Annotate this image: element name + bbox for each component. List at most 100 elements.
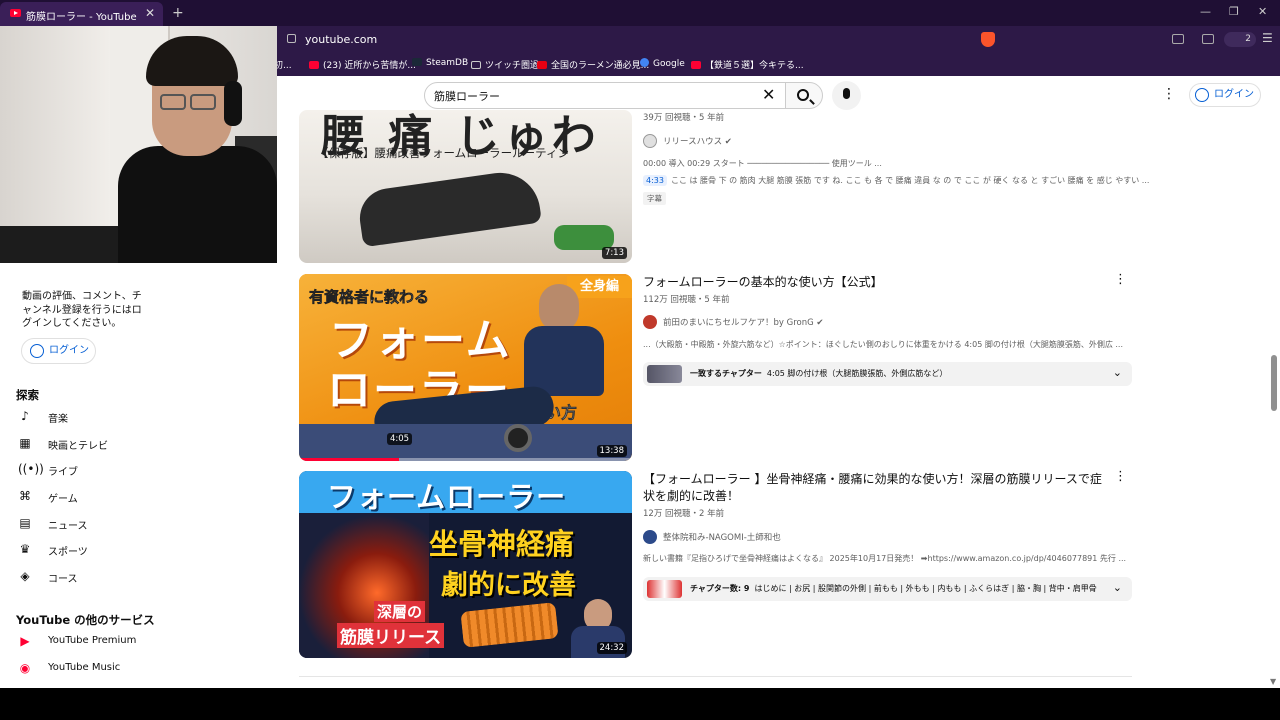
address-bar-row <box>277 26 1280 52</box>
brave-shield-icon[interactable] <box>981 32 995 47</box>
restore-button[interactable]: ❐ <box>1229 5 1239 18</box>
channel-name[interactable]: リリースハウス ✔ <box>643 134 732 148</box>
voice-search-button[interactable] <box>832 81 861 110</box>
url-field[interactable]: youtube.com <box>305 33 377 46</box>
login-label: ログイン <box>49 345 89 356</box>
chapter-text: 4:05 脚の付け根（大腿筋膜張筋、外側広筋など） <box>766 369 948 378</box>
video-description: 4:33 ここ は 腰骨 下 の 筋肉 大腿 筋膜 張筋 です ね. ここ も 各… <box>643 175 1149 186</box>
timestamp-link[interactable]: 4:33 <box>643 175 667 186</box>
login-note: 動画の評価、コメント、チャンネル登録を行うにはログインしてください。 <box>22 291 142 329</box>
site-info-icon[interactable] <box>287 34 296 43</box>
minimize-button[interactable]: — <box>1200 5 1211 18</box>
chapter-label: 一致するチャプター <box>690 369 762 378</box>
search-query: 筋膜ローラー <box>434 90 500 103</box>
video-title[interactable]: フォームローラーの基本的な使い方【公式】 <box>643 274 1103 291</box>
chapter-thumbnail <box>647 365 682 383</box>
video-description: ...（大殿筋・中殿筋・外旋六筋など）☆ポイント：ほぐしたい側のおしりに体重をか… <box>643 340 1124 349</box>
thumb-line: 筋膜リリース <box>337 623 445 648</box>
preview-time: 4:05 <box>387 433 413 445</box>
avatar <box>643 530 657 544</box>
channel-name[interactable]: 整体院和み-NAGOMI-土師和也 <box>643 530 781 544</box>
video-meta: 39万 回視聴・5 年前 <box>643 113 725 123</box>
youtube-music-icon: ◉ <box>19 661 31 675</box>
thumb-line: 坐骨神経痛 <box>429 527 575 561</box>
sidebar-item-music[interactable]: ♪ 音楽 <box>0 404 150 430</box>
duration-badge: 7:13 <box>601 247 627 259</box>
close-window-button[interactable]: ✕ <box>1258 5 1267 18</box>
sidebar-item-sports[interactable]: ♛ スポーツ <box>0 537 150 563</box>
extensions-badge[interactable]: 2 <box>1224 32 1256 47</box>
thumb-line: 劇的に改善 <box>441 570 576 601</box>
thumb-line: 深層の <box>374 601 426 622</box>
search-button[interactable] <box>785 82 823 109</box>
sidebar-toggle-icon[interactable] <box>1202 34 1214 44</box>
tab-title: 筋膜ローラー - YouTube <box>26 12 137 23</box>
youtube-icon <box>309 61 319 69</box>
youtube-favicon-icon <box>10 9 21 17</box>
sidebar-item-courses[interactable]: ◈ コース <box>0 564 150 590</box>
chapter-thumbnail <box>647 580 682 598</box>
title-bar <box>0 0 1280 26</box>
duration-badge: 13:38 <box>596 445 627 457</box>
tab-close-icon[interactable]: ✕ <box>145 6 155 20</box>
search-icon <box>797 89 809 101</box>
webcam-overlay <box>0 26 277 263</box>
more-actions-icon[interactable]: ⋮ <box>1114 272 1127 287</box>
media-icon[interactable] <box>1172 34 1184 44</box>
browser-tab[interactable]: 筋膜ローラー - YouTube ✕ <box>0 2 163 26</box>
sidebar-login-button[interactable]: ログイン <box>21 338 96 364</box>
login-label: ログイン <box>1214 89 1254 100</box>
video-thumbnail[interactable]: 全身編 有資格者に教わる フォーム ローラー の基本的な使い方 4:05 13:… <box>299 274 632 461</box>
subtitle-badge: 字幕 <box>643 192 666 205</box>
settings-menu-icon[interactable]: ⋮ <box>1162 86 1176 102</box>
header-login-button[interactable]: ログイン <box>1189 83 1261 107</box>
youtube-icon <box>691 61 701 69</box>
chevron-down-icon[interactable]: ⌄ <box>1113 581 1122 594</box>
sidebar-item-premium[interactable]: ▶ YouTube Premium <box>0 629 150 655</box>
sidebar-item-live[interactable]: ((•)) ライブ <box>0 457 150 483</box>
chapter-box[interactable]: 一致するチャプター 4:05 脚の付け根（大腿筋膜張筋、外側広筋など） ⌄ <box>643 362 1132 386</box>
user-icon <box>30 344 44 358</box>
browser-menu-icon[interactable]: ☰ <box>1262 31 1273 45</box>
sidebar-item-music-app[interactable]: ◉ YouTube Music <box>0 656 150 682</box>
more-services-heading: YouTube の他のサービス <box>16 613 155 627</box>
mic-icon <box>843 88 850 99</box>
video-thumbnail[interactable]: 腰 痛 じゅわ 【保存版】腰痛改善フォームローラールーティン 7:13 <box>299 110 632 263</box>
bookmark-item[interactable]: 全国のラーメン通必見... <box>537 58 649 71</box>
scrollbar[interactable] <box>1271 355 1277 411</box>
sidebar-item-gaming[interactable]: ⌘ ゲーム <box>0 484 150 510</box>
thumb-subtitle: 【保存版】腰痛改善フォームローラールーティン <box>317 146 569 160</box>
chapter-text: はじめに | お尻 | 股関節の外側 | 前もも | 外もも | 内もも | ふ… <box>754 584 1097 593</box>
user-icon <box>1195 88 1209 102</box>
ramen-icon <box>537 61 547 69</box>
chevron-down-icon[interactable]: ⌄ <box>1113 366 1122 379</box>
new-tab-button[interactable]: + <box>172 5 184 21</box>
explore-heading: 探索 <box>16 388 39 402</box>
channel-name[interactable]: 前田のまいにちセルフケア！by GronG ✔ <box>643 315 824 329</box>
live-icon: ((•)) <box>18 462 44 476</box>
bookmark-item[interactable]: (23) 近所から苦情が... <box>309 58 416 71</box>
sidebar-item-movies[interactable]: ▦ 映画とテレビ <box>0 431 150 457</box>
steam-icon <box>412 58 422 66</box>
trophy-icon: ♛ <box>19 542 31 556</box>
google-icon <box>640 58 649 67</box>
news-icon: ▤ <box>19 516 31 530</box>
bookmark-item[interactable]: 【鉄道５選】今キテる... <box>691 58 804 71</box>
chapter-box[interactable]: チャプター数: 9 はじめに | お尻 | 股関節の外側 | 前もも | 外もも … <box>643 577 1132 601</box>
more-actions-icon[interactable]: ⋮ <box>1114 469 1127 484</box>
clear-search-icon[interactable]: ✕ <box>762 85 775 104</box>
folder-icon <box>471 61 481 69</box>
youtube-premium-icon: ▶ <box>20 634 30 648</box>
bookmark-item[interactable]: SteamDB <box>412 58 468 68</box>
video-meta: 12万 回視聴・2 年前 <box>643 509 725 519</box>
scroll-down-icon[interactable]: ▼ <box>1270 677 1276 686</box>
duration-badge: 24:32 <box>596 642 627 654</box>
bookmark-item[interactable]: Google <box>640 58 685 69</box>
sidebar-item-news[interactable]: ▤ ニュース <box>0 511 150 537</box>
video-description: 00:00 導入 00:29 スタート ───────────────── 使用… <box>643 159 882 168</box>
bookmark-item[interactable]: ツイッチ圏過 <box>471 58 539 71</box>
verified-icon: ✔ <box>816 318 824 328</box>
video-title[interactable]: 【フォームローラー 】坐骨神経痛・腰痛に効果的な使い方！深層の筋膜リリースで症状… <box>643 471 1103 505</box>
progress-bar[interactable] <box>299 458 399 461</box>
video-thumbnail[interactable]: フォームローラー 坐骨神経痛 劇的に改善 深層の 筋膜リリース 24:32 <box>299 471 632 658</box>
